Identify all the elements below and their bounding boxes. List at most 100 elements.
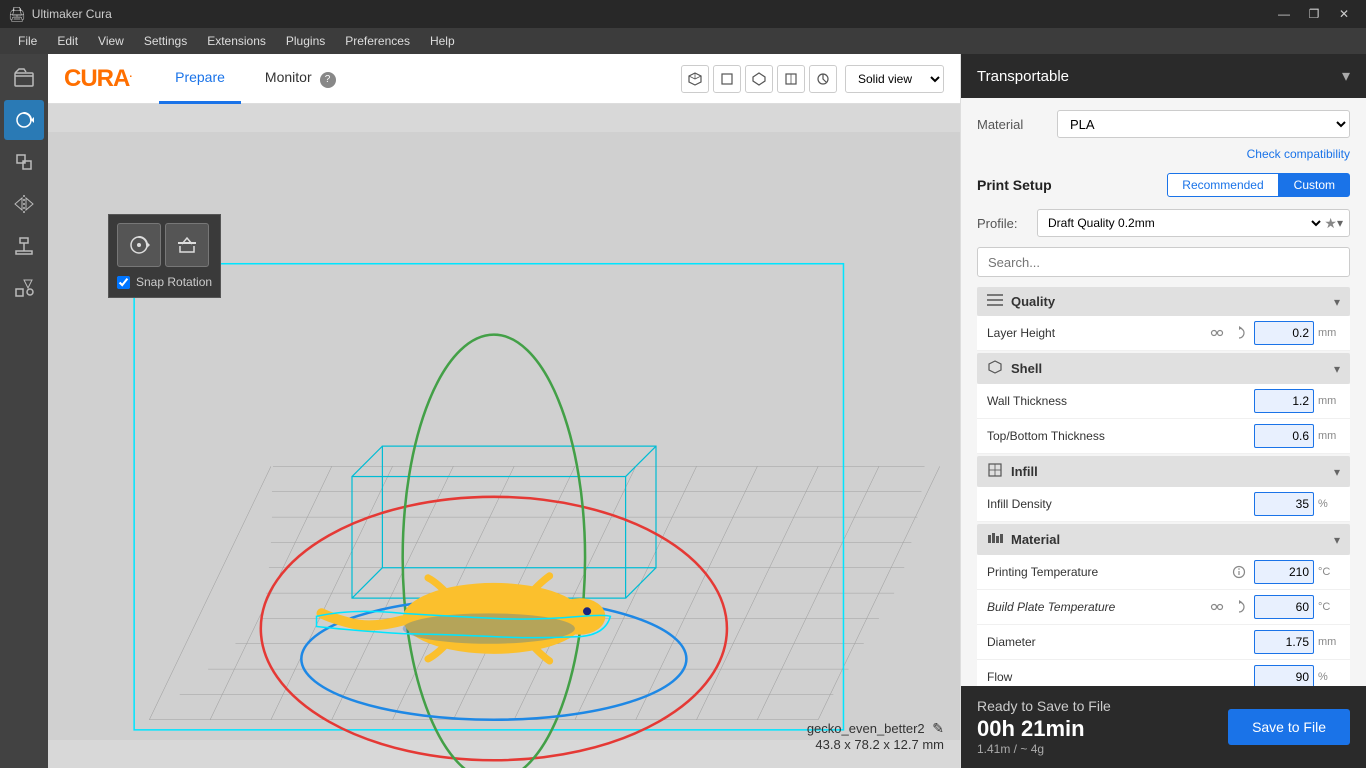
3d-viewport[interactable]: Snap Rotation — [48, 104, 960, 768]
panel-chevron-icon[interactable]: ▾ — [1342, 66, 1350, 86]
infill-section-chevron: ▾ — [1334, 465, 1340, 479]
layer-height-input[interactable] — [1254, 321, 1314, 345]
topbottom-thickness-input[interactable] — [1254, 424, 1314, 448]
settings-search-input[interactable] — [977, 247, 1350, 277]
menu-extensions[interactable]: Extensions — [197, 28, 276, 54]
view-mode-dropdown[interactable]: Solid view X-Ray view Layer view — [845, 65, 944, 93]
rotation-tool-popup: Snap Rotation — [108, 214, 221, 298]
topbottom-thickness-row: Top/Bottom Thickness mm — [977, 419, 1350, 454]
menu-plugins[interactable]: Plugins — [276, 28, 335, 54]
filename-text: gecko_even_better2 — [807, 721, 925, 736]
menu-settings[interactable]: Settings — [134, 28, 197, 54]
app-logo: CURA. — [64, 65, 131, 93]
menu-preferences[interactable]: Preferences — [335, 28, 420, 54]
left-sidebar — [0, 54, 48, 768]
layer-height-reset-btn[interactable] — [1230, 324, 1248, 342]
sidebar-scale[interactable] — [4, 142, 44, 182]
material-section-title: Material — [1011, 532, 1334, 547]
save-to-file-button[interactable]: Save to File — [1228, 709, 1350, 745]
app-icon: 🖨 — [8, 6, 26, 23]
view-side-button[interactable] — [777, 65, 805, 93]
filename-row: gecko_even_better2 ✎ — [807, 720, 944, 737]
build-plate-temp-unit: °C — [1318, 601, 1340, 613]
close-button[interactable]: ✕ — [1330, 4, 1358, 24]
diameter-unit: mm — [1318, 636, 1340, 648]
rotation-buttons — [117, 223, 212, 267]
print-temp-info-btn[interactable] — [1230, 563, 1248, 581]
tab-prepare[interactable]: Prepare — [159, 54, 241, 104]
material-settings-section: Material ▾ Printing Temperature °C — [977, 524, 1350, 686]
view-reset-button[interactable] — [809, 65, 837, 93]
ready-label: Ready to Save to File — [977, 698, 1111, 714]
build-plate-link-btn[interactable] — [1208, 598, 1226, 616]
right-panel: Transportable ▾ Material PLA ABS PETG TP… — [960, 54, 1366, 768]
rotate-face-button[interactable] — [165, 223, 209, 267]
center-area: CURA. Prepare Monitor ? — [48, 54, 960, 768]
profile-selector: Draft Quality 0.2mm Normal Quality 0.15m… — [1037, 209, 1350, 237]
panel-body[interactable]: Material PLA ABS PETG TPU Nylon Check co… — [961, 98, 1366, 686]
view-front-button[interactable] — [713, 65, 741, 93]
profile-dropdown[interactable]: Draft Quality 0.2mm Normal Quality 0.15m… — [1044, 215, 1324, 231]
tab-monitor[interactable]: Monitor ? — [249, 54, 352, 104]
main-toolbar: CURA. Prepare Monitor ? — [48, 54, 960, 104]
profile-label: Profile: — [977, 216, 1037, 231]
tab-recommended[interactable]: Recommended — [1167, 173, 1278, 197]
profile-star-icon[interactable]: ★ — [1324, 215, 1337, 232]
menu-help[interactable]: Help — [420, 28, 465, 54]
infill-density-input[interactable] — [1254, 492, 1314, 516]
diameter-label: Diameter — [987, 635, 1248, 649]
wall-thickness-label: Wall Thickness — [987, 394, 1248, 408]
edit-filename-icon[interactable]: ✎ — [932, 720, 944, 736]
sidebar-mirror[interactable] — [4, 184, 44, 224]
sidebar-open-file[interactable] — [4, 58, 44, 98]
quality-section-header[interactable]: Quality ▾ — [977, 287, 1350, 316]
layer-height-link-btn[interactable] — [1208, 324, 1226, 342]
sidebar-support[interactable] — [4, 226, 44, 266]
topbottom-thickness-label: Top/Bottom Thickness — [987, 429, 1248, 443]
print-setup-header: Print Setup Recommended Custom — [977, 173, 1350, 197]
file-info: gecko_even_better2 ✎ 43.8 x 78.2 x 12.7 … — [807, 720, 944, 752]
reset-rotation-button[interactable] — [117, 223, 161, 267]
flow-unit: % — [1318, 671, 1340, 683]
layer-height-row: Layer Height mm — [977, 316, 1350, 351]
material-section-chevron: ▾ — [1334, 533, 1340, 547]
print-temp-input[interactable] — [1254, 560, 1314, 584]
flow-input[interactable] — [1254, 665, 1314, 686]
menu-edit[interactable]: Edit — [47, 28, 88, 54]
diameter-input[interactable] — [1254, 630, 1314, 654]
wall-thickness-input[interactable] — [1254, 389, 1314, 413]
build-plate-temp-input[interactable] — [1254, 595, 1314, 619]
sidebar-rotate[interactable] — [4, 100, 44, 140]
panel-header: Transportable ▾ — [961, 54, 1366, 98]
profile-chevron-icon[interactable]: ▾ — [1337, 216, 1343, 230]
view-top-button[interactable] — [745, 65, 773, 93]
print-setup-label: Print Setup — [977, 177, 1155, 193]
window-controls: — ❐ ✕ — [1270, 4, 1358, 24]
main-layout: CURA. Prepare Monitor ? — [0, 54, 1366, 768]
restore-button[interactable]: ❐ — [1300, 4, 1328, 24]
menu-view[interactable]: View — [88, 28, 134, 54]
quality-icon — [987, 293, 1003, 310]
flow-label: Flow — [987, 670, 1248, 684]
material-row: Material PLA ABS PETG TPU Nylon — [977, 110, 1350, 138]
snap-rotation-checkbox[interactable] — [117, 276, 130, 289]
menu-file[interactable]: File — [8, 28, 47, 54]
material-section-header[interactable]: Material ▾ — [977, 524, 1350, 555]
material-dropdown[interactable]: PLA ABS PETG TPU Nylon — [1057, 110, 1350, 138]
menubar: File Edit View Settings Extensions Plugi… — [0, 28, 1366, 54]
sidebar-settings2[interactable] — [4, 268, 44, 308]
minimize-button[interactable]: — — [1270, 4, 1298, 24]
snap-rotation-label[interactable]: Snap Rotation — [136, 275, 212, 289]
diameter-row: Diameter mm — [977, 625, 1350, 660]
tab-custom[interactable]: Custom — [1279, 173, 1350, 197]
check-compatibility-link[interactable]: Check compatibility — [1247, 147, 1350, 161]
infill-section-header[interactable]: Infill ▾ — [977, 456, 1350, 487]
dimensions-text: 43.8 x 78.2 x 12.7 mm — [807, 737, 944, 752]
monitor-help-icon[interactable]: ? — [320, 72, 336, 88]
3d-scene-svg — [48, 104, 960, 768]
wall-thickness-row: Wall Thickness mm — [977, 384, 1350, 419]
view-perspective-button[interactable] — [681, 65, 709, 93]
print-detail: 1.41m / ~ 4g — [977, 742, 1111, 756]
shell-section-header[interactable]: Shell ▾ — [977, 353, 1350, 384]
build-plate-reset-btn[interactable] — [1230, 598, 1248, 616]
